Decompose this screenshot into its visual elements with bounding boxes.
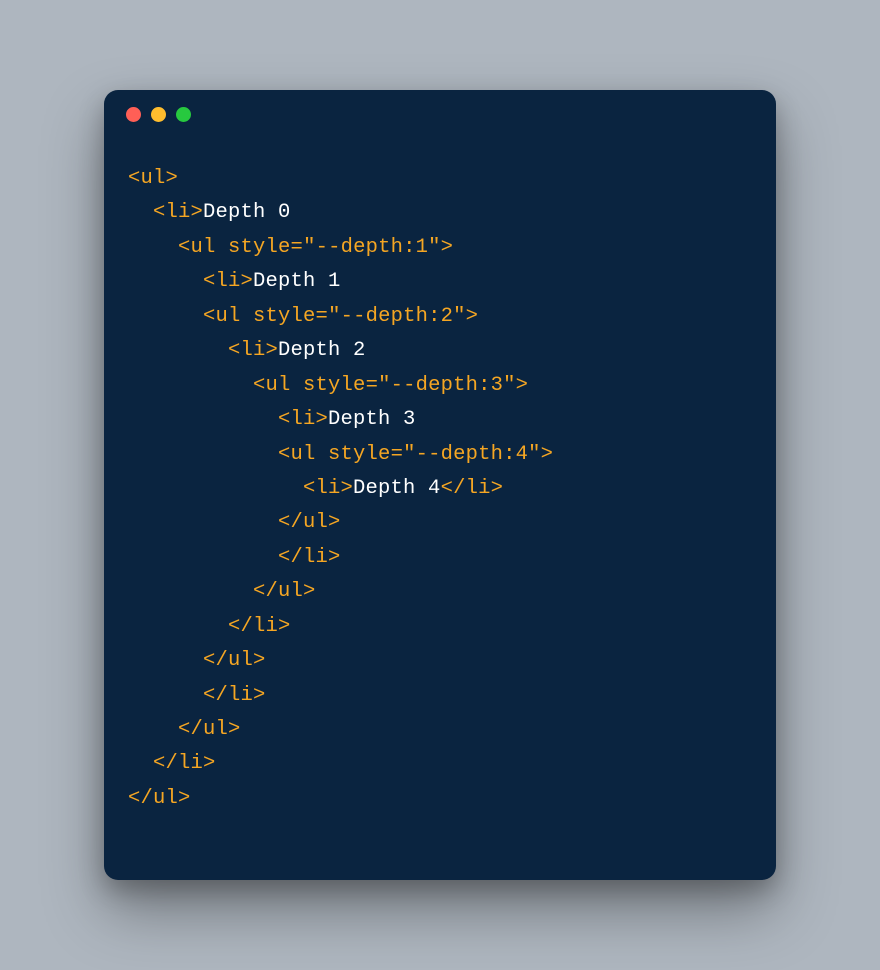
code-line: </ul> [128,782,752,816]
token-text: Depth 0 [203,201,291,224]
code-block: <ul> <li>Depth 0 <ul style="--depth:1"> … [104,138,776,840]
token-tag: <li> [228,339,278,362]
code-line: <li>Depth 4</li> [128,472,752,506]
close-icon[interactable] [126,107,141,122]
token-tag: > [516,374,529,397]
code-line: </ul> [128,575,752,609]
token-tag: <li> [153,201,203,224]
token-tag: </ul> [203,649,266,672]
code-line: </ul> [128,644,752,678]
token-tag: = [366,374,379,397]
token-tag: <ul [253,374,303,397]
token-tag: = [316,305,329,328]
token-tag: </ul> [128,787,191,810]
token-tag: <li> [278,408,328,431]
token-str: "--depth:2" [328,305,466,328]
token-tag: </li> [441,477,504,500]
token-tag: </li> [228,615,291,638]
token-tag: = [391,443,404,466]
code-line: <ul style="--depth:1"> [128,231,752,265]
token-tag: > [466,305,479,328]
token-text: Depth 1 [253,270,341,293]
token-tag: </li> [203,684,266,707]
token-tag: > [441,236,454,259]
token-tag: </li> [153,752,216,775]
token-str: "--depth:3" [378,374,516,397]
titlebar [104,90,776,138]
token-text: Depth 3 [328,408,416,431]
token-str: "--depth:1" [303,236,441,259]
token-attr: style [328,443,391,466]
token-tag: </ul> [278,511,341,534]
code-line: </li> [128,541,752,575]
code-line: </li> [128,610,752,644]
code-line: <li>Depth 0 [128,196,752,230]
code-line: <li>Depth 2 [128,334,752,368]
code-line: </ul> [128,713,752,747]
token-tag: <ul [278,443,328,466]
token-tag: </li> [278,546,341,569]
code-line: <ul> [128,162,752,196]
code-line: </ul> [128,506,752,540]
maximize-icon[interactable] [176,107,191,122]
token-tag: </ul> [253,580,316,603]
code-line: <li>Depth 1 [128,265,752,299]
token-tag: <ul [178,236,228,259]
code-window: <ul> <li>Depth 0 <ul style="--depth:1"> … [104,90,776,880]
code-line: </li> [128,679,752,713]
code-line: <ul style="--depth:2"> [128,300,752,334]
token-tag: <li> [303,477,353,500]
token-tag: <ul [203,305,253,328]
token-text: Depth 4 [353,477,441,500]
token-tag: = [291,236,304,259]
code-line: <ul style="--depth:3"> [128,369,752,403]
code-line: </li> [128,747,752,781]
token-attr: style [228,236,291,259]
token-text: Depth 2 [278,339,366,362]
code-line: <li>Depth 3 [128,403,752,437]
token-attr: style [303,374,366,397]
code-line: <ul style="--depth:4"> [128,438,752,472]
token-tag: > [541,443,554,466]
token-attr: style [253,305,316,328]
token-tag: </ul> [178,718,241,741]
token-tag: <ul> [128,167,178,190]
token-str: "--depth:4" [403,443,541,466]
token-tag: <li> [203,270,253,293]
minimize-icon[interactable] [151,107,166,122]
